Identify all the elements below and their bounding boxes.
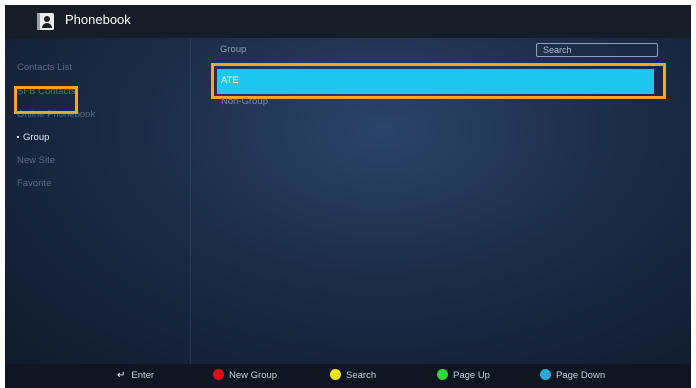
enter-icon: ↵ bbox=[117, 370, 126, 381]
list-header: Group bbox=[220, 44, 247, 55]
red-dot-icon bbox=[213, 368, 224, 380]
sidebar-item-new-site[interactable]: New Site bbox=[17, 153, 55, 169]
hint-bar: ↵ Enter New Group Search Page Up Page Dow… bbox=[5, 364, 691, 388]
hint-enter[interactable]: ↵ Enter bbox=[117, 369, 154, 383]
hint-label: Page Up bbox=[453, 370, 490, 381]
sidebar-item-label: Group bbox=[23, 132, 50, 143]
hint-new-group[interactable]: New Group bbox=[213, 368, 278, 383]
hint-search[interactable]: Search bbox=[330, 368, 377, 383]
ate-highlight-outline bbox=[211, 63, 666, 99]
phonebook-icon bbox=[37, 13, 54, 30]
selected-dot-icon bbox=[17, 136, 19, 139]
hint-label: Page Down bbox=[556, 370, 606, 381]
app-title: Phonebook bbox=[65, 12, 131, 27]
yellow-dot-icon bbox=[330, 368, 341, 380]
phonebook-screen: Phonebook Contacts List SFB Contacts Onl… bbox=[5, 5, 691, 364]
sidebar-item-group[interactable]: Group bbox=[17, 130, 49, 146]
hint-label: Enter bbox=[131, 370, 155, 381]
hint-label: Search bbox=[346, 370, 377, 381]
sidebar-item-contacts-list[interactable]: Contacts List bbox=[17, 60, 72, 76]
search-input[interactable]: Search bbox=[536, 43, 658, 57]
hint-page-down[interactable]: Page Down bbox=[540, 368, 606, 383]
title-bar: Phonebook bbox=[5, 5, 691, 38]
sidebar-item-favorite[interactable]: Favorite bbox=[17, 176, 51, 192]
blue-dot-icon bbox=[540, 368, 551, 380]
hint-label: New Group bbox=[229, 370, 278, 381]
green-dot-icon bbox=[437, 368, 448, 380]
hint-page-up[interactable]: Page Up bbox=[437, 368, 490, 383]
group-highlight-outline bbox=[14, 86, 78, 114]
list-item-non-group[interactable]: Non-Group bbox=[221, 96, 268, 107]
